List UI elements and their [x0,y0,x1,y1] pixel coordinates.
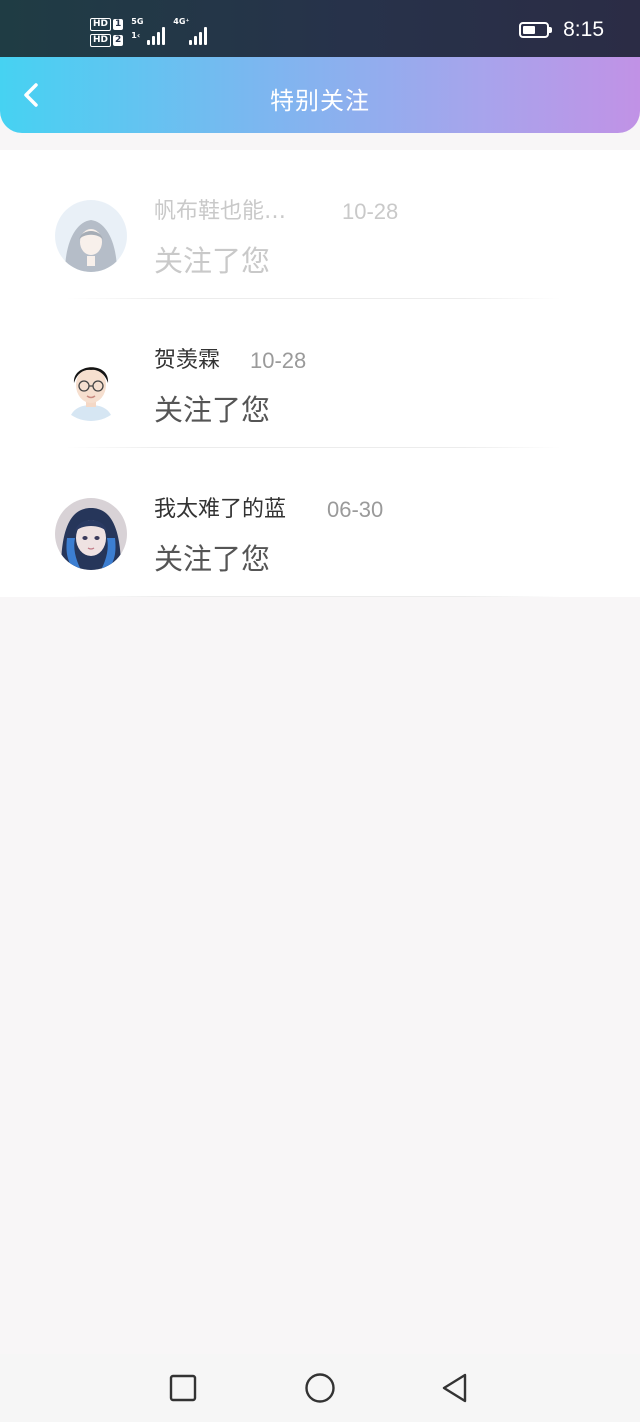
follower-list: 帆布鞋也能… 10-28 关注了您 贺羡霖 10-28 关注了您 我太难了的蓝 … [0,150,640,597]
network-sub: 1‹ [131,31,141,40]
follow-date: 10-28 [250,348,307,373]
avatar[interactable] [55,200,127,272]
signal-bars-icon [147,27,166,45]
status-bar: HD 1 HD 2 5G 1‹ 4G⁺ 8:15 [0,0,640,62]
clock: 8:15 [563,18,604,41]
list-item[interactable]: 贺羡霖 10-28 关注了您 [0,299,640,448]
square-icon [169,1374,197,1402]
follow-date: 10-28 [342,199,399,224]
sim1-indicator: HD 1 [90,17,124,31]
signal-bars-icon [189,27,208,45]
follower-name: 贺羡霖 [154,348,221,373]
system-nav-bar [0,1354,640,1422]
home-button[interactable] [303,1371,337,1405]
signal-4g: 4G⁺ [173,17,208,47]
sim-indicators: HD 1 HD 2 [90,17,124,47]
header: 特别关注 [0,57,640,133]
avatar[interactable] [55,498,127,570]
follow-action: 关注了您 [154,542,271,576]
status-left: HD 1 HD 2 5G 1‹ 4G⁺ [90,14,208,50]
follow-action: 关注了您 [154,244,271,278]
signal-5g: 5G 1‹ [131,17,166,47]
avatar[interactable] [55,349,127,421]
follow-action: 关注了您 [154,393,271,427]
list-item[interactable]: 我太难了的蓝 06-30 关注了您 [0,448,640,597]
hooded-girl-avatar [55,200,127,272]
status-right: 8:15 [519,18,604,42]
recent-apps-button[interactable] [166,1371,200,1405]
page-title: 特别关注 [270,87,370,115]
network-type: 5G [131,17,144,26]
follow-date: 06-30 [327,497,384,522]
battery-level [523,26,536,34]
triangle-back-icon [442,1373,467,1403]
sim-number: 2 [113,34,124,46]
back-nav-button[interactable] [438,1371,472,1405]
follower-name: 帆布鞋也能… [154,199,287,224]
follower-name: 我太难了的蓝 [154,497,287,522]
network-type: 4G⁺ [173,17,190,26]
divider [66,596,562,597]
hd-badge: HD [90,33,112,47]
circle-icon [305,1373,335,1403]
boy-glasses-avatar [55,349,127,421]
battery-icon [519,22,553,38]
list-item[interactable]: 帆布鞋也能… 10-28 关注了您 [0,150,640,299]
sim2-indicator: HD 2 [90,33,124,47]
hd-badge: HD [90,17,112,31]
sim-number: 1 [113,18,124,30]
screen: HD 1 HD 2 5G 1‹ 4G⁺ 8:15 特别关注 帆布鞋也能… 10-… [0,0,640,1422]
blue-hair-girl-avatar [55,498,127,570]
